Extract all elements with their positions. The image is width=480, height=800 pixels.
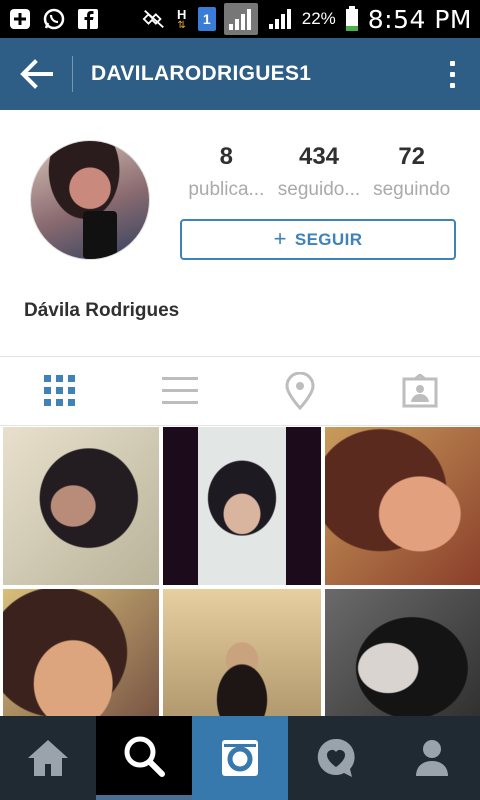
nav-profile[interactable] xyxy=(384,716,480,800)
nav-activity[interactable] xyxy=(288,716,384,800)
overflow-menu-icon xyxy=(449,82,455,88)
avatar-phone xyxy=(83,211,117,259)
photo-thumbnail[interactable] xyxy=(3,589,159,716)
stat-posts[interactable]: 8 publica... xyxy=(180,143,273,201)
photo-thumbnail[interactable] xyxy=(325,427,480,585)
home-icon xyxy=(28,740,68,776)
search-icon xyxy=(124,736,165,777)
network-type-label: H xyxy=(177,6,187,22)
photo-thumbnail[interactable] xyxy=(163,427,321,585)
tab-list[interactable] xyxy=(120,357,240,425)
sim-badge: 1 xyxy=(202,11,211,27)
nav-camera[interactable] xyxy=(192,716,288,800)
clock: 8:54 PM xyxy=(367,4,472,34)
transfer-arrows-icon: ⇅ xyxy=(177,19,186,31)
mute-icon xyxy=(142,7,166,31)
photo-grid xyxy=(0,427,480,716)
follow-button[interactable]: + SEGUIR xyxy=(180,219,456,260)
overflow-menu-icon xyxy=(449,60,455,66)
stat-label: seguido... xyxy=(277,179,361,200)
page-title: DAVILARODRIGUES1 xyxy=(91,62,312,85)
facebook-icon xyxy=(76,7,100,31)
avatar[interactable] xyxy=(30,140,150,260)
signal-icon xyxy=(223,3,258,35)
app-header: DAVILARODRIGUES1 xyxy=(0,38,480,110)
bottom-navigation xyxy=(0,716,480,800)
display-name: Dávila Rodrigues xyxy=(24,300,180,321)
follow-label: SEGUIR xyxy=(294,229,363,249)
camera-icon xyxy=(222,740,258,776)
activity-heart-icon xyxy=(317,738,355,777)
back-button[interactable] xyxy=(0,38,72,110)
stat-followers[interactable]: 434 seguido... xyxy=(273,143,366,201)
tab-location[interactable] xyxy=(240,357,360,425)
whatsapp-icon xyxy=(42,7,66,31)
sim-icon: 1 xyxy=(197,7,216,31)
stat-value: 72 xyxy=(398,143,426,170)
battery-icon xyxy=(344,6,360,31)
list-view-icon xyxy=(162,377,198,404)
plus-icon: + xyxy=(273,225,287,251)
photo-thumbnail[interactable] xyxy=(163,589,321,716)
tagged-photos-icon xyxy=(402,374,438,408)
nav-home[interactable] xyxy=(0,716,96,800)
profile-icon xyxy=(416,740,448,776)
data-arrows-icon: H ⇅ xyxy=(174,7,190,31)
profile-stats: 8 publica... 434 seguido... 72 seguindo xyxy=(180,143,458,201)
stat-value: 8 xyxy=(219,143,234,170)
overflow-menu-button[interactable] xyxy=(424,38,480,110)
add-box-icon xyxy=(8,7,32,31)
location-pin-icon xyxy=(285,372,315,410)
battery-percent: 22% xyxy=(301,9,336,28)
header-divider xyxy=(72,56,73,92)
tab-grid[interactable] xyxy=(0,357,120,425)
stat-label: seguindo xyxy=(373,179,451,200)
signal-icon xyxy=(266,7,294,31)
stat-label: publica... xyxy=(188,179,265,200)
grid-view-icon xyxy=(44,375,75,406)
status-bar: H ⇅ 1 22% 8:54 PM xyxy=(0,0,480,38)
arrow-left-icon xyxy=(20,59,53,89)
photo-thumbnail[interactable] xyxy=(325,589,480,716)
tab-tagged[interactable] xyxy=(360,357,480,425)
nav-search[interactable] xyxy=(96,716,192,800)
stat-value: 434 xyxy=(298,143,340,170)
photo-thumbnail[interactable] xyxy=(3,427,159,585)
stat-following[interactable]: 72 seguindo xyxy=(365,143,458,201)
overflow-menu-icon xyxy=(449,71,455,77)
view-tabs xyxy=(0,356,480,426)
